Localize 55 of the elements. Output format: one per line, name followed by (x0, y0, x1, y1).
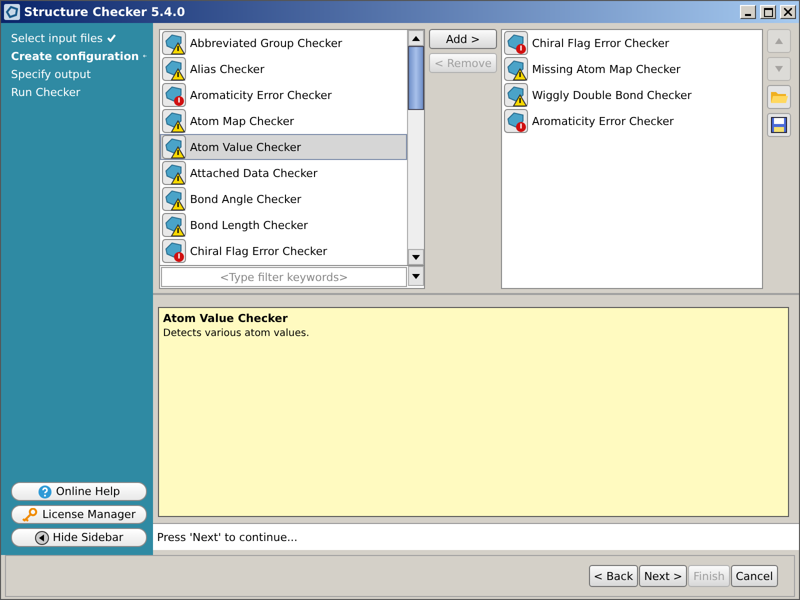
up-arrow-icon (412, 36, 420, 40)
checker-item[interactable]: Alias Checker (160, 56, 407, 82)
checker-icon (162, 187, 186, 211)
description-text: Detects various atom values. (163, 328, 310, 339)
checker-item[interactable]: Bond Length Checker (160, 212, 407, 238)
step-label: Run Checker (11, 86, 80, 98)
checker-icon (162, 57, 186, 81)
tool-button[interactable] (767, 113, 791, 137)
transfer-button[interactable]: Add > (429, 29, 497, 49)
checker-item[interactable]: Atom Value Checker (160, 134, 407, 160)
wizard-button[interactable]: Next > (639, 565, 688, 587)
dropdown-arrow-icon (412, 274, 420, 278)
status-message: Press 'Next' to continue... (153, 523, 799, 550)
down-arrow-icon (775, 66, 783, 72)
step-label: Create configuration (11, 50, 139, 62)
checker-icon (504, 57, 528, 81)
checker-item[interactable]: Aromaticity Error Checker (502, 108, 762, 134)
checker-item[interactable]: Aromaticity Error Checker (160, 82, 407, 108)
checker-item[interactable]: Chiral Flag Error Checker (160, 238, 407, 264)
maximize-icon (764, 8, 772, 16)
up-arrow-icon (775, 38, 783, 44)
folder-icon (770, 90, 788, 104)
checker-item[interactable]: Atom Map Checker (160, 108, 407, 134)
sidebar-button[interactable]: Hide Sidebar (11, 528, 147, 547)
sidebar-button[interactable]: License Manager (11, 505, 147, 524)
minimize-button[interactable] (740, 5, 756, 19)
wizard-button[interactable]: Cancel (730, 565, 778, 587)
checker-item[interactable]: Attached Data Checker (160, 160, 407, 186)
step-label: Specify output (11, 68, 91, 80)
checker-icon (162, 213, 186, 237)
help-icon (38, 484, 52, 498)
step-label: Select input files (11, 32, 103, 44)
checker-item[interactable]: Abbreviated Group Checker (160, 30, 407, 56)
close-icon (784, 8, 792, 16)
down-arrow-icon (412, 254, 420, 260)
checker-item[interactable]: Missing Atom Map Checker (502, 56, 762, 82)
window-title: Structure Checker 5.4.0 (24, 5, 186, 19)
left-arrow-icon (142, 52, 147, 60)
maximize-button[interactable] (760, 5, 776, 19)
checker-icon (504, 83, 528, 107)
wizard-button[interactable]: < Back (588, 565, 638, 587)
app-icon (4, 4, 20, 20)
checker-icon (162, 135, 186, 159)
filter-field[interactable]: <Type filter keywords> (160, 265, 424, 288)
checker-item[interactable]: Bond Angle Checker (160, 186, 407, 212)
scrollbar[interactable] (407, 30, 424, 265)
checker-item[interactable]: Chiral Flag Error Checker (502, 30, 762, 56)
description-title: Atom Value Checker (163, 312, 289, 325)
key-icon (22, 508, 38, 522)
checker-icon (504, 109, 528, 133)
checker-icon (162, 161, 186, 185)
close-button[interactable] (780, 5, 796, 19)
checker-icon (162, 109, 186, 133)
sidebar-button[interactable]: Online Help (11, 482, 147, 501)
checker-item[interactable]: Wiggly Double Bond Checker (502, 82, 762, 108)
